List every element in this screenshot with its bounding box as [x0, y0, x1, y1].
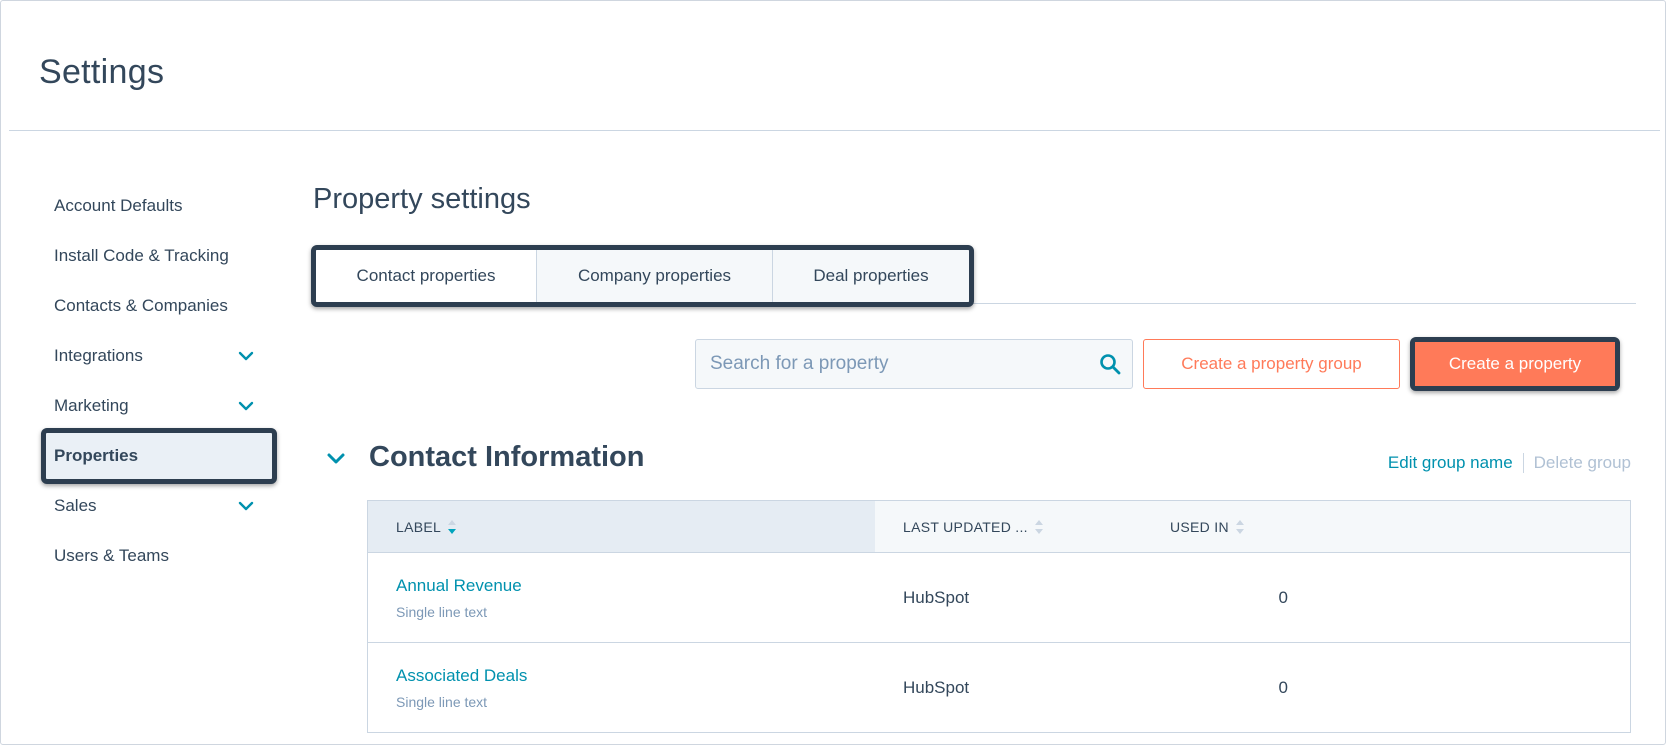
- sidebar-item-marketing[interactable]: Marketing: [41, 381, 277, 431]
- sort-icon: [448, 519, 457, 534]
- used-in-count: 0: [1278, 677, 1288, 697]
- settings-sidebar: Account Defaults Install Code & Tracking…: [41, 181, 277, 581]
- chevron-down-icon[interactable]: [237, 397, 255, 415]
- tab-contact-properties[interactable]: Contact properties: [316, 250, 537, 302]
- label-cell: Associated Deals Single line text: [368, 643, 875, 732]
- properties-table: LABEL LAST UPDATED ... USED IN Annual Re…: [367, 500, 1631, 733]
- chevron-down-icon[interactable]: [237, 497, 255, 515]
- search-input[interactable]: [696, 340, 1076, 388]
- column-header-used-in[interactable]: USED IN: [1142, 501, 1630, 552]
- table-row: Annual Revenue Single line text HubSpot …: [368, 553, 1630, 643]
- sidebar-item-label: Contacts & Companies: [54, 296, 228, 315]
- column-header-text: USED IN: [1170, 518, 1229, 535]
- used-in-cell: 0: [1142, 643, 1630, 732]
- page-title: Property settings: [313, 183, 531, 215]
- used-in-count: 0: [1278, 587, 1288, 607]
- sidebar-item-install-code-tracking[interactable]: Install Code & Tracking: [41, 231, 277, 281]
- used-in-cell: 0: [1142, 553, 1630, 642]
- create-property-button[interactable]: Create a property: [1415, 342, 1615, 386]
- app-window: Settings Account Defaults Install Code &…: [0, 0, 1666, 745]
- sidebar-item-integrations[interactable]: Integrations: [41, 331, 277, 381]
- label-cell: Annual Revenue Single line text: [368, 553, 875, 642]
- sort-icon: [1235, 519, 1244, 534]
- tab-company-properties[interactable]: Company properties: [537, 250, 773, 302]
- sidebar-item-label: Install Code & Tracking: [54, 246, 229, 265]
- property-type: Single line text: [396, 603, 488, 620]
- search-icon[interactable]: [1098, 352, 1122, 376]
- last-updated-cell: HubSpot: [903, 587, 970, 607]
- group-actions: Edit group name Delete group: [1388, 453, 1631, 473]
- table-header: LABEL LAST UPDATED ... USED IN: [368, 501, 1630, 553]
- property-type: Single line text: [396, 693, 488, 710]
- sidebar-item-label: Sales: [54, 496, 97, 515]
- column-header-last-updated[interactable]: LAST UPDATED ...: [875, 501, 1142, 552]
- tab-deal-properties[interactable]: Deal properties: [773, 250, 969, 302]
- sort-icon: [1034, 519, 1043, 534]
- sidebar-item-account-defaults[interactable]: Account Defaults: [41, 181, 277, 231]
- edit-group-name-link[interactable]: Edit group name: [1388, 453, 1513, 473]
- app-header: Settings: [9, 1, 1660, 131]
- column-header-text: LABEL: [396, 518, 442, 535]
- group-title: Contact Information: [369, 441, 645, 473]
- property-search: [695, 339, 1133, 389]
- last-updated-cell: HubSpot: [903, 677, 970, 697]
- sidebar-item-label: Account Defaults: [54, 196, 183, 215]
- sidebar-item-contacts-companies[interactable]: Contacts & Companies: [41, 281, 277, 331]
- divider: [1522, 453, 1524, 473]
- property-tabs: Contact properties Company properties De…: [311, 245, 974, 307]
- sidebar-item-label: Integrations: [54, 346, 143, 365]
- app-title: Settings: [39, 53, 165, 91]
- chevron-down-icon[interactable]: [325, 448, 347, 470]
- table-row: Associated Deals Single line text HubSpo…: [368, 643, 1630, 733]
- sidebar-item-label: Users & Teams: [54, 546, 169, 565]
- create-property-group-button[interactable]: Create a property group: [1143, 339, 1400, 389]
- chevron-down-icon[interactable]: [237, 347, 255, 365]
- column-header-label[interactable]: LABEL: [368, 501, 875, 552]
- column-header-text: LAST UPDATED ...: [903, 518, 1028, 535]
- sidebar-item-label: Properties: [54, 446, 139, 465]
- delete-group-link[interactable]: Delete group: [1534, 453, 1631, 473]
- property-name-link[interactable]: Annual Revenue: [396, 576, 875, 596]
- create-property-highlight: Create a property: [1410, 337, 1620, 391]
- sidebar-item-properties[interactable]: Properties: [41, 428, 277, 484]
- property-name-link[interactable]: Associated Deals: [396, 666, 875, 686]
- sidebar-item-users-teams[interactable]: Users & Teams: [41, 531, 277, 581]
- sidebar-item-label: Marketing: [54, 396, 129, 415]
- sidebar-item-sales[interactable]: Sales: [41, 481, 277, 531]
